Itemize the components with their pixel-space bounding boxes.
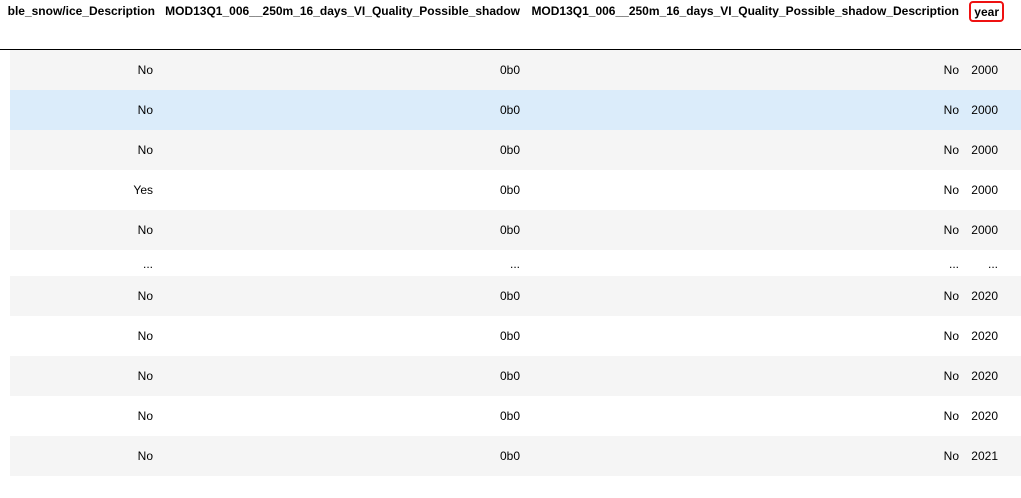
table-row: No 0b0 No 2020 [10, 356, 1021, 396]
cell-year: 2000 [971, 223, 998, 237]
cell-ellipsis: ... [509, 257, 520, 271]
cell-year: 2020 [971, 369, 998, 383]
cell-possible-shadow-description: No [943, 63, 959, 77]
cell-snow-ice-description: No [137, 143, 153, 157]
cell-possible-shadow: 0b0 [499, 409, 520, 423]
cell-year: 2020 [971, 409, 998, 423]
cell-possible-shadow-description: No [943, 409, 959, 423]
cell-possible-shadow-description: No [943, 223, 959, 237]
cell-possible-shadow-description: No [943, 449, 959, 463]
cell-ellipsis: ... [948, 257, 959, 271]
column-header-possible-shadow-description: MOD13Q1_006__250m_16_days_VI_Quality_Pos… [531, 4, 959, 18]
cell-snow-ice-description: No [137, 409, 153, 423]
column-header-year: year [969, 1, 1004, 22]
cell-possible-shadow-description: No [943, 329, 959, 343]
cell-possible-shadow: 0b0 [499, 223, 520, 237]
table-row: Yes 0b0 No 2000 [10, 170, 1021, 210]
cell-snow-ice-description: No [137, 289, 153, 303]
table-row: No 0b0 No 2000 [10, 130, 1021, 170]
cell-year: 2020 [971, 329, 998, 343]
cell-possible-shadow: 0b0 [499, 449, 520, 463]
column-header-possible-shadow: MOD13Q1_006__250m_16_days_VI_Quality_Pos… [165, 4, 520, 18]
column-header-clip: ble_snow/ice_Description [8, 3, 155, 19]
table-row: No 0b0 No 2020 [10, 396, 1021, 436]
table-row: No 0b0 No 2021 [10, 436, 1021, 476]
cell-ellipsis: ... [987, 257, 998, 271]
table-body: No 0b0 No 2000 No 0b0 No 2000 No 0b0 No … [10, 50, 1021, 476]
cell-possible-shadow: 0b0 [499, 143, 520, 157]
cell-snow-ice-description: No [137, 103, 153, 117]
cell-year: 2000 [971, 63, 998, 77]
cell-year: 2000 [971, 183, 998, 197]
cell-ellipsis: ... [142, 257, 153, 271]
cell-snow-ice-description: No [137, 329, 153, 343]
cell-possible-shadow: 0b0 [499, 289, 520, 303]
table-row: No 0b0 No 2020 [10, 276, 1021, 316]
cell-snow-ice-description: No [137, 369, 153, 383]
cell-year: 2020 [971, 289, 998, 303]
cell-possible-shadow-description: No [943, 103, 959, 117]
cell-snow-ice-description: No [137, 63, 153, 77]
table-row: No 0b0 No 2000 [10, 210, 1021, 250]
cell-snow-ice-description: No [137, 223, 153, 237]
table-header: ble_snow/ice_Description MOD13Q1_006__25… [0, 0, 1021, 50]
dataframe-table: ble_snow/ice_Description MOD13Q1_006__25… [0, 0, 1021, 498]
column-header-snow-ice-description: ble_snow/ice_Description [8, 4, 155, 18]
cell-possible-shadow: 0b0 [499, 103, 520, 117]
table-row: No 0b0 No 2020 [10, 316, 1021, 356]
cell-snow-ice-description: Yes [133, 183, 153, 197]
table-row-ellipsis: ... ... ... ... [10, 250, 1021, 276]
cell-possible-shadow-description: No [943, 289, 959, 303]
cell-possible-shadow-description: No [943, 143, 959, 157]
table-row: No 0b0 No 2000 [10, 50, 1021, 90]
cell-possible-shadow: 0b0 [499, 329, 520, 343]
cell-year: 2000 [971, 143, 998, 157]
cell-possible-shadow: 0b0 [499, 369, 520, 383]
table-row: No 0b0 No 2000 [10, 90, 1021, 130]
cell-year: 2000 [971, 103, 998, 117]
cell-possible-shadow-description: No [943, 183, 959, 197]
cell-year: 2021 [971, 449, 998, 463]
cell-possible-shadow: 0b0 [499, 183, 520, 197]
cell-possible-shadow: 0b0 [499, 63, 520, 77]
cell-snow-ice-description: No [137, 449, 153, 463]
cell-possible-shadow-description: No [943, 369, 959, 383]
